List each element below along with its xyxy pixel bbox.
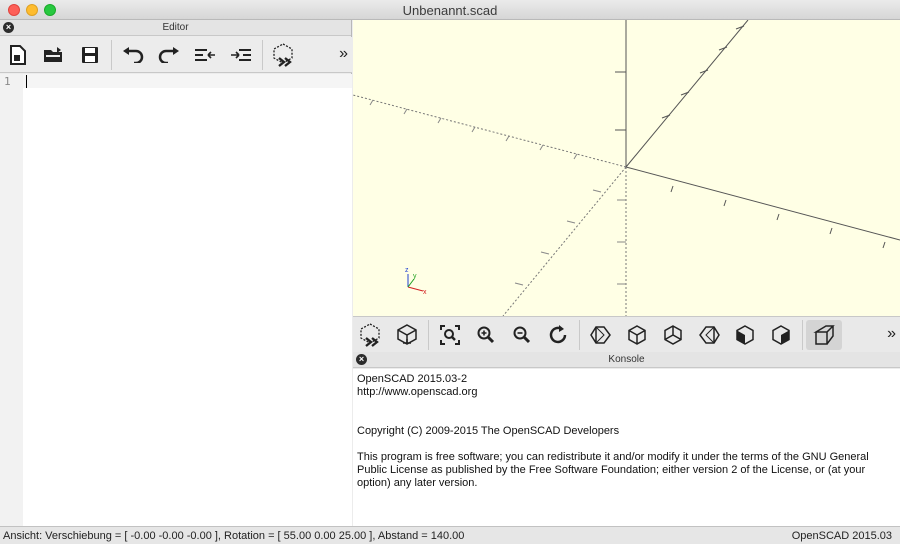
axis-indicator: z y x (405, 267, 427, 296)
editor-dock-title: Editor (162, 22, 189, 33)
editor-toolbar-more-button[interactable]: » (339, 45, 348, 63)
axis-indicator-x-label: x (423, 289, 427, 296)
text-caret (26, 75, 27, 88)
unindent-button[interactable] (187, 40, 223, 70)
perspective-icon (813, 324, 835, 346)
render-icon (395, 323, 419, 347)
console-pane: × Konsole OpenSCAD 2015.03-2 http://www.… (353, 352, 900, 526)
view-right-button[interactable] (583, 320, 619, 350)
editor-pane: × Editor » 1 (0, 20, 352, 526)
preview-icon (358, 322, 384, 348)
view-left-button[interactable] (691, 320, 727, 350)
view-front-icon (735, 324, 755, 345)
zoom-in-icon (477, 326, 495, 344)
view-front-button[interactable] (727, 320, 763, 350)
view-right-icon (590, 325, 612, 345)
undo-icon (122, 46, 144, 63)
undo-button[interactable] (115, 40, 151, 70)
view-toolbar: » (353, 316, 900, 352)
new-file-icon (9, 44, 27, 65)
new-file-button[interactable] (0, 40, 36, 70)
window-title: Unbenannt.scad (402, 3, 498, 18)
editor-dock-header: × Editor (0, 20, 351, 36)
preview-button[interactable] (266, 40, 302, 70)
view-back-button[interactable] (763, 320, 799, 350)
version-status-text: OpenSCAD 2015.03 (791, 530, 892, 542)
title-bar: Unbenannt.scad (0, 0, 900, 20)
axes-drawing: z y x (353, 20, 900, 316)
redo-button[interactable] (151, 40, 187, 70)
x-axis-positive (625, 166, 900, 241)
editor-toolbar: » (0, 37, 352, 73)
code-editor[interactable]: 1 (0, 74, 352, 526)
axis-indicator-y-label: y (413, 273, 417, 280)
console-line-license: This program is free software; you can r… (357, 451, 869, 489)
axis-indicator-z-label: z (405, 267, 409, 274)
line-number-gutter: 1 (0, 74, 23, 526)
z-axis-ticks (615, 71, 626, 131)
console-dock-title: Konsole (608, 354, 645, 365)
console-dock-header: × Konsole (353, 352, 900, 368)
reset-view-button[interactable] (540, 320, 576, 350)
open-file-button[interactable] (36, 40, 72, 70)
indent-icon (230, 48, 252, 62)
view-preview-button[interactable] (353, 320, 389, 350)
y-axis-positive (625, 20, 749, 168)
view-status-text: Ansicht: Verschiebung = [ -0.00 -0.00 -0… (3, 530, 465, 542)
render-button[interactable] (389, 320, 425, 350)
console-line-url: http://www.openscad.org (357, 386, 478, 398)
x-axis-ticks (670, 185, 886, 249)
save-icon (81, 46, 99, 64)
console-output[interactable]: OpenSCAD 2015.03-2 http://www.openscad.o… (353, 369, 900, 526)
view-all-icon (440, 324, 460, 345)
view-bottom-icon (663, 324, 683, 345)
view-toolbar-more-button[interactable]: » (887, 325, 896, 343)
current-line-highlight (23, 74, 352, 88)
perspective-button[interactable] (806, 319, 842, 350)
view-left-icon (698, 325, 720, 345)
indent-button[interactable] (223, 40, 259, 70)
negative-axis-ticks (369, 99, 626, 286)
view-bottom-button[interactable] (655, 320, 691, 350)
app-window: Unbenannt.scad × Editor » 1 z y x » × Ko… (0, 0, 900, 544)
zoom-in-button[interactable] (468, 320, 504, 350)
status-bar: Ansicht: Verschiebung = [ -0.00 -0.00 -0… (0, 526, 900, 544)
toolbar-separator (428, 319, 429, 350)
unindent-icon (194, 48, 216, 62)
reset-view-icon (547, 324, 569, 346)
open-file-icon (43, 46, 65, 64)
zoom-out-button[interactable] (504, 320, 540, 350)
x-axis-negative (353, 94, 627, 168)
toolbar-separator (802, 319, 803, 350)
preview-icon (271, 42, 297, 68)
redo-icon (158, 46, 180, 63)
toolbar-separator (262, 39, 263, 70)
console-line-copyright: Copyright (C) 2009-2015 The OpenSCAD Dev… (357, 425, 620, 437)
zoom-out-icon (513, 326, 531, 344)
line-number: 1 (4, 75, 11, 88)
toolbar-separator (579, 319, 580, 350)
view-back-icon (771, 324, 791, 345)
console-line-version: OpenSCAD 2015.03-2 (357, 373, 468, 385)
3d-viewport[interactable]: z y x (353, 20, 900, 316)
view-top-button[interactable] (619, 320, 655, 350)
y-axis-negative (502, 166, 627, 316)
view-all-button[interactable] (432, 320, 468, 350)
save-button[interactable] (72, 40, 108, 70)
view-top-icon (627, 324, 647, 345)
toolbar-separator (111, 39, 112, 70)
